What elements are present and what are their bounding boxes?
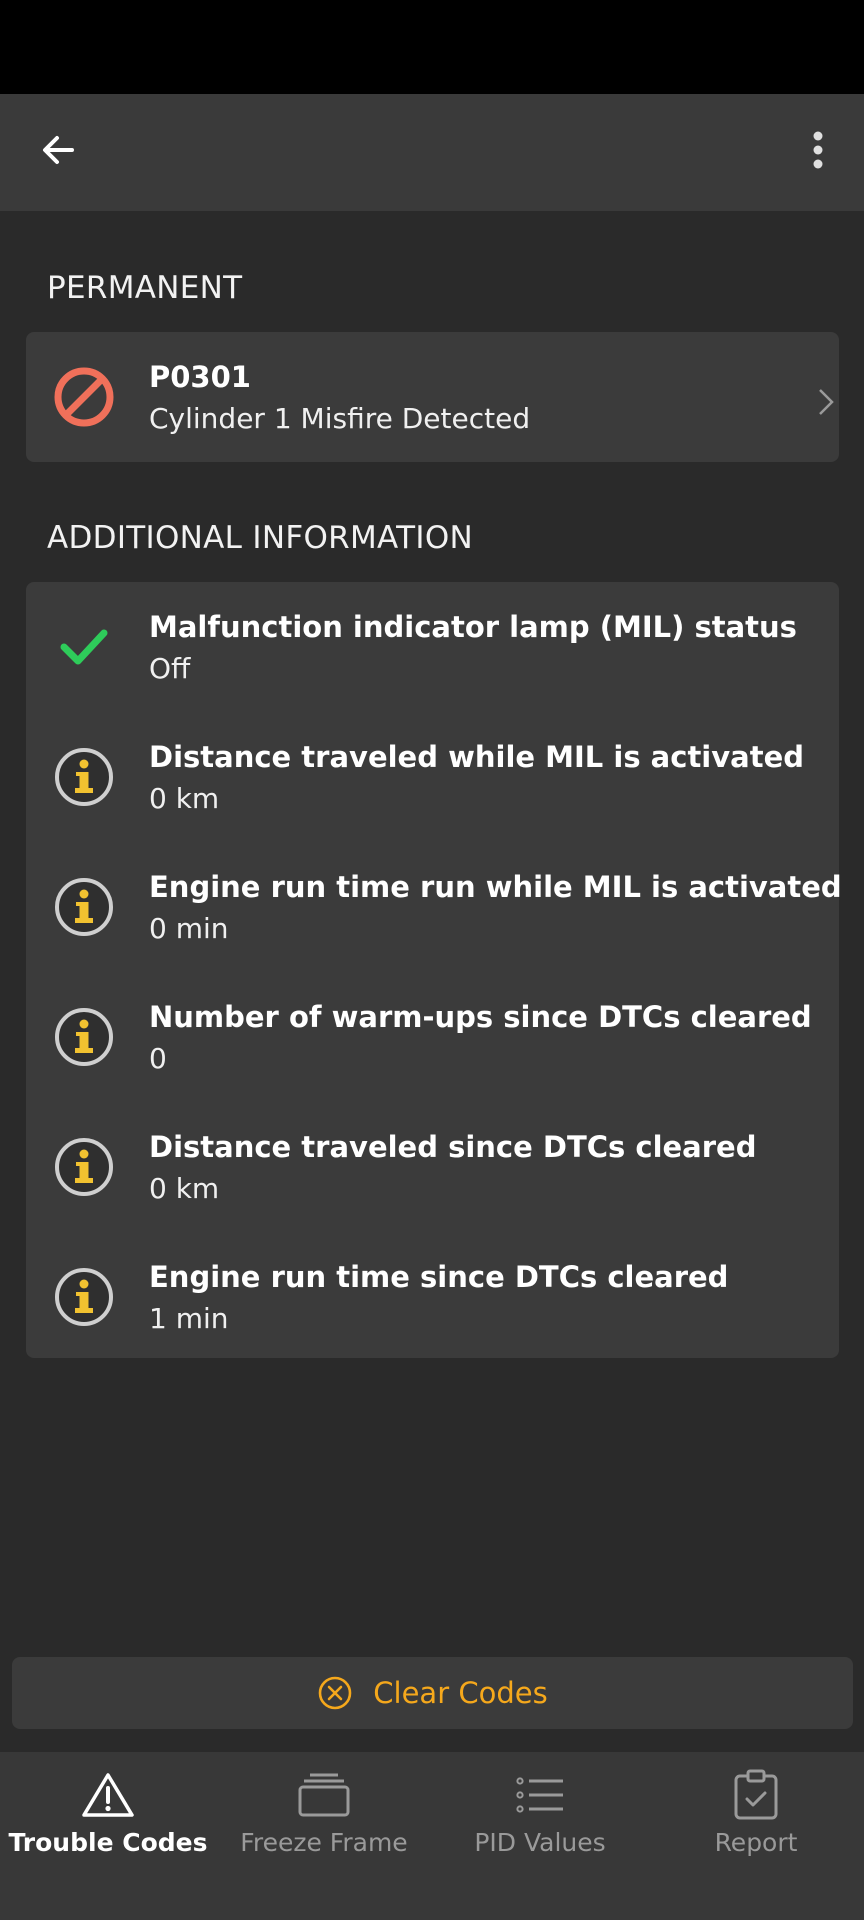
clear-codes-label: Clear Codes [373, 1676, 548, 1710]
info-icon [51, 1264, 117, 1330]
back-button[interactable] [26, 118, 90, 182]
arrow-left-icon [43, 136, 74, 164]
warning-triangle-icon [81, 1768, 135, 1822]
layers-icon [297, 1768, 351, 1822]
info-icon [51, 744, 117, 810]
tab-freeze-frame[interactable]: Freeze Frame [216, 1752, 432, 1872]
info-row: Malfunction indicator lamp (MIL) status … [26, 582, 839, 712]
section-title-permanent: PERMANENT [47, 270, 243, 306]
dtc-code: P0301 [149, 360, 251, 394]
tab-label: Trouble Codes [8, 1828, 208, 1857]
check-icon [51, 614, 117, 680]
clear-codes-button[interactable]: Clear Codes [12, 1657, 853, 1729]
info-icon [51, 874, 117, 940]
info-row: Engine run time run while MIL is activat… [26, 842, 842, 972]
info-value: 0 [149, 1042, 167, 1075]
tab-label: PID Values [474, 1828, 606, 1857]
info-row: Distance traveled since DTCs cleared 0 k… [26, 1102, 839, 1232]
info-title: Engine run time since DTCs cleared [149, 1260, 729, 1294]
tab-label: Report [714, 1828, 798, 1857]
tab-report[interactable]: Report [648, 1752, 864, 1872]
section-title-additional: ADDITIONAL INFORMATION [47, 520, 474, 556]
dtc-description: Cylinder 1 Misfire Detected [149, 402, 531, 435]
clipboard-check-icon [732, 1768, 780, 1822]
tab-trouble-codes[interactable]: Trouble Codes [0, 1752, 216, 1872]
info-row: Number of warm-ups since DTCs cleared 0 [26, 972, 839, 1102]
info-icon [51, 1134, 117, 1200]
list-icon [513, 1768, 567, 1822]
additional-info-card: Malfunction indicator lamp (MIL) status … [26, 582, 842, 1358]
info-title: Engine run time run while MIL is activat… [149, 870, 842, 904]
info-title: Malfunction indicator lamp (MIL) status [149, 610, 797, 644]
info-value: Off [149, 652, 191, 685]
info-value: 0 km [149, 1172, 220, 1205]
more-vert-icon [813, 131, 823, 169]
dtc-row[interactable]: P0301 Cylinder 1 Misfire Detected [26, 332, 839, 462]
prohibited-icon [51, 364, 117, 430]
info-title: Distance traveled since DTCs cleared [149, 1130, 757, 1164]
info-value: 0 km [149, 782, 220, 815]
info-row: Distance traveled while MIL is activated… [26, 712, 839, 842]
tab-label: Freeze Frame [240, 1828, 408, 1857]
tab-pid-values[interactable]: PID Values [432, 1752, 648, 1872]
info-row: Engine run time since DTCs cleared 1 min [26, 1232, 839, 1362]
app-bar [0, 94, 864, 211]
info-icon [51, 1004, 117, 1070]
info-value: 1 min [149, 1302, 229, 1335]
info-title: Number of warm-ups since DTCs cleared [149, 1000, 812, 1034]
info-title: Distance traveled while MIL is activated [149, 740, 805, 774]
dtc-card[interactable]: P0301 Cylinder 1 Misfire Detected [26, 332, 839, 462]
cancel-circle-icon [318, 1676, 352, 1710]
bottom-navigation: Trouble Codes Freeze Frame PID Values Re… [0, 1752, 864, 1920]
status-bar [0, 0, 864, 94]
info-value: 0 min [149, 912, 229, 945]
more-options-button[interactable] [786, 118, 850, 182]
chevron-right-icon [819, 389, 834, 415]
